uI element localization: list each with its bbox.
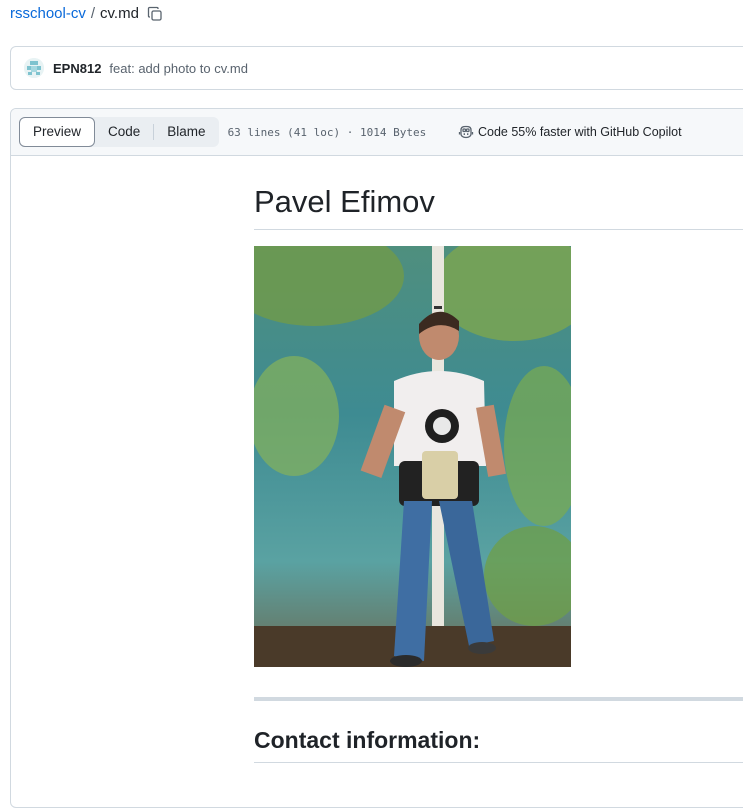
author-avatar[interactable] — [24, 58, 44, 78]
copilot-promo-link[interactable]: Code 55% faster with GitHub Copilot — [458, 125, 682, 139]
copilot-promo-text: Code 55% faster with GitHub Copilot — [478, 125, 682, 139]
breadcrumb: rsschool-cv / cv.md — [10, 5, 163, 22]
breadcrumb-file-name: cv.md — [100, 5, 139, 22]
file-viewer: Preview Code Blame 63 lines (41 loc) · 1… — [10, 108, 743, 808]
commit-author[interactable]: EPN812 — [53, 61, 101, 76]
contact-section-heading: Contact information: — [254, 727, 743, 763]
tab-preview[interactable]: Preview — [19, 117, 96, 147]
markdown-preview: Pavel Efimov Contact information: — [254, 155, 743, 763]
tab-blame[interactable]: Blame — [154, 117, 218, 147]
view-mode-segmented-control: Preview Code Blame — [19, 117, 219, 147]
breadcrumb-separator: / — [90, 5, 96, 22]
copy-icon[interactable] — [147, 6, 163, 22]
commit-message[interactable]: feat: add photo to cv.md — [109, 61, 248, 76]
latest-commit-bar: EPN812 feat: add photo to cv.md — [10, 46, 743, 90]
profile-photo[interactable] — [254, 246, 571, 667]
file-meta-info: 63 lines (41 loc) · 1014 Bytes — [227, 125, 427, 139]
breadcrumb-repo-link[interactable]: rsschool-cv — [10, 5, 86, 22]
tab-code[interactable]: Code — [95, 117, 153, 147]
horizontal-rule — [254, 697, 743, 701]
copilot-icon — [458, 125, 474, 139]
file-header: Preview Code Blame 63 lines (41 loc) · 1… — [11, 109, 743, 156]
readme-title: Pavel Efimov — [254, 185, 743, 230]
